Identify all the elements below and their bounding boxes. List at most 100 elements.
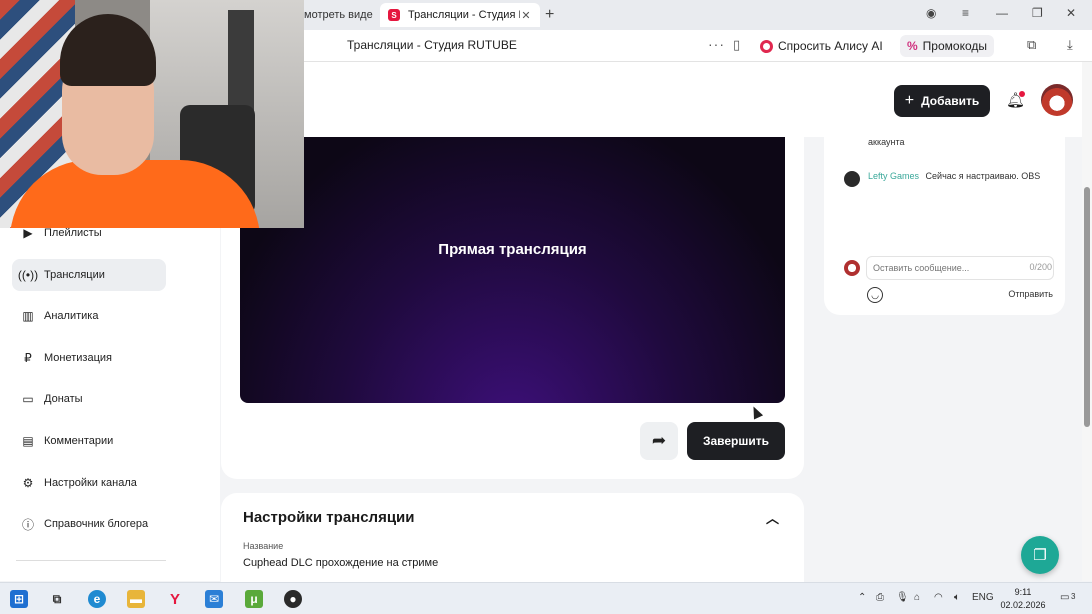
broadcast-settings-card: Настройки трансляции ︿ Название Cuphead … [221,493,804,588]
sidebar-item-analytics[interactable]: ▥ Аналитика [12,300,166,332]
analytics-icon: ▥ [22,309,34,323]
chat-panel: аккаунта Lefty Games Сейчас я настраиваю… [824,137,1065,315]
chat-message: Lefty Games Сейчас я настраиваю. OBS [844,169,1044,187]
webcam-overlay [0,0,304,228]
minimize-icon[interactable]: — [996,6,1008,20]
chevron-up-icon[interactable]: ︿ [766,508,779,527]
chat-char-counter: 0/200 [1029,262,1052,272]
broadcast-icon: ((•)) [17,268,39,282]
name-field-label: Название [243,541,284,551]
promo-button[interactable]: % Промокоды [900,35,994,57]
emoji-icon[interactable]: ◡ [867,287,883,303]
yandex-browser-icon[interactable]: Y [166,590,184,608]
player-status-label: Прямая трансляция [438,241,587,258]
chat-message-body: Сейчас я настраиваю. OBS [925,171,1041,181]
sidebar-item-comments[interactable]: ▤ Комментарии [12,425,166,457]
volume-icon[interactable]: 🔈︎ [954,592,960,603]
notification-dot [1019,91,1025,97]
windows-start-icon[interactable]: ⊞ [10,590,28,608]
clock-time: 9:11 [1014,587,1032,597]
close-window-icon[interactable]: ✕ [1066,6,1076,20]
file-explorer-icon[interactable]: ▬ [127,590,145,608]
page-scrollbar[interactable] [1082,62,1092,581]
cast-icon[interactable]: ⧉ [1027,37,1036,53]
percent-icon: % [907,39,918,53]
sidebar-item-broadcasts[interactable]: ((•)) Трансляции [12,259,166,291]
chat-message-text: Lefty Games Сейчас я настраиваю. OBS [868,169,1040,187]
sidebar-item-label: Трансляции [44,269,105,281]
printer-icon[interactable]: ⎙ [876,592,884,603]
notifications-icon[interactable]: ▭ [1060,592,1069,603]
ask-alice-button[interactable]: Спросить Алису AI [760,36,883,56]
donations-icon: ▭ [22,392,34,406]
name-field[interactable]: Cuphead DLC прохождение на стриме [243,557,438,569]
restore-icon[interactable]: ❐ [1032,6,1043,20]
bell-icon[interactable]: 🔔︎ [1006,91,1025,109]
chat-message-input[interactable] [866,256,1054,280]
promo-label: Промокоды [922,39,987,53]
download-icon[interactable]: ⤓ [1067,37,1073,53]
sidebar-item-channel-settings[interactable]: ⚙ Настройки канала [12,467,166,499]
close-icon[interactable]: ✕ [520,9,532,22]
network-icon[interactable]: ⌂ [914,592,920,603]
utorrent-icon[interactable]: μ [245,590,263,608]
sidebar-item-donations[interactable]: ▭ Донаты [12,383,166,415]
obs-icon[interactable]: ● [284,590,302,608]
ask-alice-label: Спросить Алису AI [778,39,883,53]
sidebar-item-monetization[interactable]: ₽ Монетизация [12,342,166,374]
chat-author-avatar [844,171,860,187]
monetization-icon: ₽ [24,351,32,365]
share-button[interactable]: ➦ [640,422,678,460]
rutube-favicon-icon: S [388,9,400,21]
sidebar-item-blogger-guide[interactable]: ⓘ Справочник блогера [12,508,166,540]
profile-icon[interactable]: ◉ [926,6,936,20]
add-button[interactable]: + Добавить [894,85,990,117]
plus-icon: + [904,92,915,109]
page-title[interactable]: Трансляции - Студия RUTUBE [347,38,517,52]
settings-title: Настройки трансляции [243,509,415,526]
chat-author[interactable]: Lefty Games [868,171,919,181]
sidebar-item-label: Донаты [44,393,83,405]
chat-previous-fragment: аккаунта [868,137,905,147]
clock-date: 02.02.2026 [1000,600,1046,610]
tab-title: Трансляции - Студия R [408,9,520,21]
avatar[interactable] [1041,84,1073,116]
mail-icon[interactable]: ✉ [205,590,223,608]
share-icon: ➦ [651,431,667,450]
chevron-up-icon[interactable]: ⌃ [858,592,866,603]
broadcast-card: Прямая трансляция ➦ Завершить [221,137,804,479]
windows-taskbar: ⊞ ⧉ e ▬ Y ✉ μ ● ⌃ ⎙ 🎙︎ ⌂ ◠ 🔈︎ ENG 9:11 0… [0,582,1092,614]
gear-icon: ⚙ [22,476,34,490]
avatar [844,260,860,276]
video-player[interactable]: Прямая трансляция [240,137,785,403]
add-button-label: Добавить [921,94,980,108]
info-icon: ⓘ [21,517,34,532]
tab-previous[interactable]: мотреть виде [304,6,373,24]
chat-bubble-icon: ❐ [1033,547,1047,564]
wifi-icon[interactable]: ◠ [934,592,943,603]
notification-count-badge: 3 [1071,592,1076,601]
chat-input-row: 0/200 [844,255,1054,281]
sidebar-item-label: Комментарии [44,435,114,447]
alice-icon [760,39,773,53]
microphone-icon[interactable]: 🎙︎ [896,592,909,603]
clock[interactable]: 9:11 02.02.2026 [1000,586,1046,612]
sidebar-item-label: Монетизация [44,352,112,364]
language-indicator[interactable]: ENG [972,592,994,603]
sidebar-item-label: Аналитика [44,310,99,322]
tab-active[interactable]: S Трансляции - Студия R ✕ [380,3,540,27]
new-tab-icon[interactable]: + [545,6,554,24]
scrollbar-thumb[interactable] [1084,187,1090,427]
menu-icon[interactable]: ≡ [962,6,969,20]
sidebar-item-label: Настройки канала [44,477,137,489]
sidebar-item-label: Плейлисты [44,227,102,239]
support-chat-button[interactable]: ❐ [1021,536,1059,574]
comments-icon: ▤ [22,434,34,448]
sidebar-divider [16,560,166,561]
more-icon[interactable]: ··· [708,36,725,52]
finish-button[interactable]: Завершить [687,422,785,460]
task-view-icon[interactable]: ⧉ [48,590,66,608]
edge-icon[interactable]: e [88,590,106,608]
bookmark-icon[interactable]: ▯ [733,37,740,53]
send-button[interactable]: Отправить [1008,289,1053,299]
